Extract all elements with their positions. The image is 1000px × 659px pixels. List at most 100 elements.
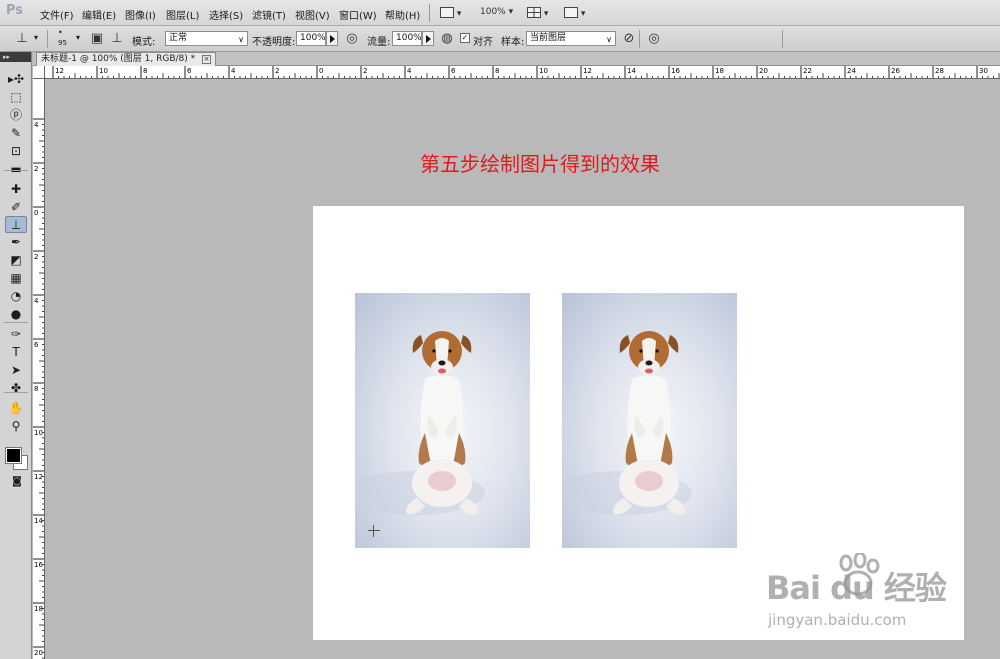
- menu-image[interactable]: 图像(I): [125, 7, 156, 22]
- history-brush-tool-icon[interactable]: ✒: [5, 234, 27, 251]
- brush-picker-caret-icon[interactable]: ▾: [76, 33, 80, 42]
- ruler-left-label: 4: [34, 121, 39, 129]
- path-select-tool-icon[interactable]: ➤: [5, 362, 27, 379]
- ruler-top-label: 22: [803, 67, 812, 75]
- dog-photo-cloned: [562, 293, 737, 548]
- options-bar: ⊥ ▾ • 95 ▾ ▣ ⊥ 模式: 正常 ∨ 不透明度: 100% ◎ 流量:…: [0, 26, 1000, 52]
- tools-panel-collapse-icon[interactable]: ▸▸: [0, 52, 31, 62]
- ruler-top-label: 20: [759, 67, 768, 75]
- ruler-left-label: 12: [34, 473, 43, 481]
- ruler-origin[interactable]: [33, 66, 45, 79]
- vertical-ruler[interactable]: 4 2 0 2 4 6 8 10 12 14 16 18 20: [33, 79, 45, 659]
- marquee-tool-icon[interactable]: ⬚: [5, 89, 27, 106]
- ignore-adjustment-layers-icon[interactable]: ⊘: [621, 30, 637, 47]
- ruler-left-label: 2: [34, 253, 38, 261]
- menu-select[interactable]: 选择(S): [209, 7, 243, 22]
- menu-file[interactable]: 文件(F): [40, 7, 74, 22]
- opacity-value: 100%: [300, 33, 326, 43]
- move-tool-icon[interactable]: ▸✣: [5, 71, 27, 88]
- lasso-tool-icon[interactable]: ⓟ: [5, 107, 27, 124]
- menu-edit[interactable]: 编辑(E): [82, 7, 116, 22]
- ruler-top-label: 0: [319, 67, 323, 75]
- tablet-pressure-opacity-icon[interactable]: ◎: [344, 30, 360, 47]
- ruler-left-label: 20: [34, 649, 43, 657]
- tablet-pressure-size-icon[interactable]: ◎: [646, 30, 662, 47]
- sample-select[interactable]: 当前图层 ∨: [526, 31, 616, 46]
- clone-stamp-tool-icon[interactable]: ⊥: [5, 216, 27, 233]
- brush-preview-icon[interactable]: •: [58, 28, 63, 37]
- quick-select-tool-icon[interactable]: ✎: [5, 125, 27, 142]
- quick-mask-icon[interactable]: ◙: [7, 473, 27, 490]
- zoom-tool-icon[interactable]: ⚲: [5, 418, 27, 435]
- dog-illustration: [355, 331, 485, 515]
- aligned-checkbox[interactable]: ✓: [460, 33, 470, 43]
- menu-view[interactable]: 视图(V): [295, 7, 330, 22]
- menu-bar: Ps 文件(F) 编辑(E) 图像(I) 图层(L) 选择(S) 滤镜(T) 视…: [0, 0, 1000, 26]
- healing-brush-tool-icon[interactable]: ✚: [5, 181, 27, 198]
- ruler-top-label: 18: [715, 67, 724, 75]
- ruler-top-label: 30: [979, 67, 988, 75]
- tool-preset-picker[interactable]: ⊥: [14, 30, 30, 47]
- options-separator: [782, 30, 783, 48]
- dog-photo-original: [355, 293, 530, 548]
- tool-group-separator: [4, 170, 28, 171]
- ruler-top-label: 10: [539, 67, 548, 75]
- flow-slider-toggle[interactable]: [422, 31, 434, 46]
- ruler-top-label: 2: [363, 67, 367, 75]
- pen-tool-icon[interactable]: ✑: [5, 326, 27, 343]
- ruler-left-label: 0: [34, 209, 38, 217]
- brush-panel-icon[interactable]: ▣: [89, 30, 105, 47]
- clone-source-panel-icon[interactable]: ⊥: [109, 30, 125, 47]
- ruler-top-label: 28: [935, 67, 944, 75]
- airbrush-icon[interactable]: ◍: [439, 30, 455, 47]
- brush-tool-icon[interactable]: ✐: [5, 199, 27, 216]
- zoom-level-select[interactable]: 100% ▾: [480, 7, 513, 17]
- mode-label: 模式:: [132, 37, 156, 48]
- bridge-icon: [440, 7, 454, 18]
- gradient-tool-icon[interactable]: ▦: [5, 270, 27, 287]
- launch-bridge-button[interactable]: ▾: [440, 7, 461, 19]
- document-tab-title: 未标题-1 @ 100% (图层 1, RGB/8) *: [41, 54, 196, 64]
- ruler-left-label: 2: [34, 165, 38, 173]
- menu-filter[interactable]: 滤镜(T): [252, 7, 286, 22]
- eraser-tool-icon[interactable]: ◩: [5, 252, 27, 269]
- watermark-url-text: jingyan.baidu.com: [768, 611, 907, 629]
- foreground-color-swatch[interactable]: [5, 447, 22, 464]
- menu-help[interactable]: 帮助(H): [385, 7, 420, 22]
- ruler-top-label: 12: [583, 67, 592, 75]
- zoom-level-value: 100%: [480, 7, 506, 17]
- photoshop-logo: Ps: [6, 3, 24, 18]
- horizontal-ruler-ticks: 12 10 8 6 4 2 0 2 4 6 8 10 12 14 16 18 20 22 24 26 28 30: [52, 66, 1000, 78]
- ruler-top-label: 6: [187, 67, 192, 75]
- shape-tool-icon[interactable]: ✤: [5, 380, 27, 397]
- tool-preset-caret-icon[interactable]: ▾: [34, 33, 38, 42]
- mode-select[interactable]: 正常 ∨: [165, 31, 248, 46]
- baidu-jingyan-watermark: Bai du 经验 jingyan.baidu.com: [766, 553, 956, 635]
- hand-tool-icon[interactable]: ✋: [5, 400, 27, 417]
- sample-value: 当前图层: [530, 33, 567, 43]
- ruler-top-label: 16: [671, 67, 680, 75]
- menu-window[interactable]: 窗口(W): [339, 7, 377, 22]
- arrange-documents-button[interactable]: ▾: [527, 7, 548, 19]
- tool-group-separator: [4, 322, 28, 323]
- menubar-separator: [429, 4, 430, 22]
- chevron-down-icon: ∨: [238, 35, 244, 44]
- dodge-tool-icon[interactable]: ●: [5, 306, 27, 323]
- crop-tool-icon[interactable]: ⊡: [5, 143, 27, 160]
- ruler-top-label: 10: [99, 67, 108, 75]
- opacity-input[interactable]: 100%: [296, 31, 326, 46]
- horizontal-ruler[interactable]: 12 10 8 6 4 2 0 2 4 6 8 10 12 14 16 18 20 22 24 26 28 30: [45, 66, 1000, 79]
- type-tool-icon[interactable]: T: [5, 344, 27, 361]
- close-icon[interactable]: ×: [202, 55, 212, 64]
- flow-input[interactable]: 100%: [392, 31, 422, 46]
- menu-layer[interactable]: 图层(L): [166, 7, 199, 22]
- tool-group-separator: [4, 392, 28, 393]
- screen-mode-button[interactable]: ▾: [564, 7, 585, 19]
- ruler-top-label: 12: [55, 67, 64, 75]
- opacity-slider-toggle[interactable]: [326, 31, 338, 46]
- document-tab[interactable]: 未标题-1 @ 100% (图层 1, RGB/8) * ×: [36, 52, 217, 66]
- blur-tool-icon[interactable]: ◔: [5, 288, 27, 305]
- canvas-headline-text: 第五步绘制图片得到的效果: [420, 152, 660, 176]
- aligned-label: 对齐: [473, 37, 493, 48]
- ruler-left-label: 10: [34, 429, 43, 437]
